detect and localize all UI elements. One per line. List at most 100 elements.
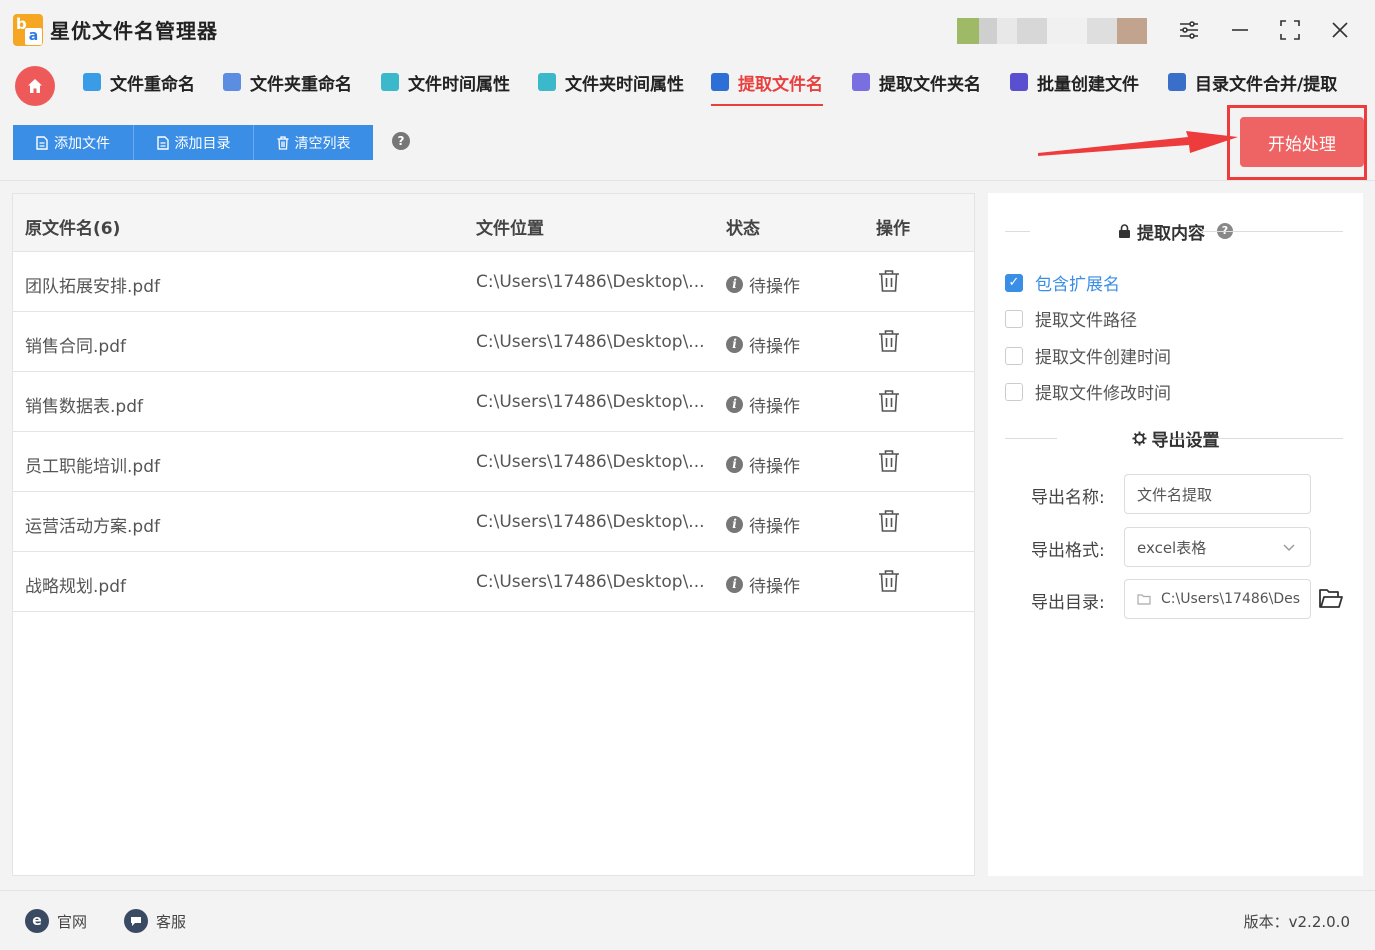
export-name-label: 导出名称: (1031, 488, 1105, 508)
help-icon[interactable]: ? (392, 132, 410, 150)
checkbox[interactable] (1005, 382, 1023, 401)
file-location: C:\Users\17486\Desktop\... (476, 452, 705, 472)
checkbox-checked[interactable]: ✓ (1005, 273, 1023, 292)
table-row[interactable]: 战略规划.pdf C:\Users\17486\Desktop\... i 待操作 (13, 552, 974, 612)
chevron-down-icon (1283, 544, 1295, 551)
folder-small-icon (1137, 594, 1151, 605)
checkbox[interactable] (1005, 346, 1023, 365)
tab-file-rename[interactable]: 文件重命名 (83, 70, 195, 106)
option-extract-modified-time[interactable]: 提取文件修改时间 (1005, 379, 1171, 404)
version-label: 版本：v2.2.0.0 (1243, 913, 1350, 931)
delete-icon[interactable] (878, 509, 900, 533)
delete-icon[interactable] (878, 449, 900, 473)
delete-icon[interactable] (878, 329, 900, 353)
option-include-extension[interactable]: ✓ 包含扩展名 (1005, 270, 1120, 295)
file-name: 员工职能培训.pdf (25, 457, 160, 477)
info-icon: i (726, 576, 743, 593)
rename-icon (83, 73, 101, 91)
header-filename[interactable]: 原文件名(6) (25, 214, 120, 239)
home-icon (28, 79, 42, 93)
minimize-icon[interactable] (1224, 14, 1256, 46)
file-table: 原文件名(6) 文件位置 状态 操作 团队拓展安排.pdf C:\Users\17… (12, 193, 975, 876)
tab-batch-create[interactable]: 批量创建文件 (1010, 70, 1139, 106)
export-settings-section: 导出设置 (988, 426, 1363, 451)
gear-icon (1131, 430, 1147, 446)
export-dir-input[interactable]: C:\Users\17486\Des (1124, 579, 1311, 619)
extract-folder-icon (852, 73, 870, 91)
file-name: 运营活动方案.pdf (25, 517, 160, 537)
option-extract-created-time[interactable]: 提取文件创建时间 (1005, 343, 1171, 368)
ie-icon: e (25, 909, 49, 933)
tab-dir-merge[interactable]: 目录文件合并/提取 (1168, 70, 1337, 106)
title-bar: b a 星优文件名管理器 (0, 0, 1375, 60)
extract-content-section: 提取内容 ? (988, 219, 1363, 244)
table-row[interactable]: 销售数据表.pdf C:\Users\17486\Desktop\... i 待操作 (13, 372, 974, 432)
app-title: 星优文件名管理器 (50, 19, 218, 43)
delete-icon[interactable] (878, 389, 900, 413)
merge-icon (1168, 73, 1186, 91)
trash-icon (277, 135, 288, 150)
header-action: 操作 (876, 219, 910, 239)
table-row[interactable]: 运营活动方案.pdf C:\Users\17486\Desktop\... i 待操作 (13, 492, 974, 552)
clear-list-button[interactable]: 清空列表 (254, 125, 373, 160)
folder-time-icon (538, 73, 556, 91)
export-name-input[interactable]: 文件名提取 (1124, 474, 1311, 514)
file-name: 销售数据表.pdf (25, 397, 143, 417)
file-icon (36, 135, 48, 150)
file-status: i 待操作 (726, 572, 800, 597)
file-name: 团队拓展安排.pdf (25, 277, 160, 297)
header-status[interactable]: 状态 (726, 214, 760, 239)
home-button[interactable] (15, 66, 55, 106)
tab-extract-folder[interactable]: 提取文件夹名 (852, 70, 981, 106)
file-status: i 待操作 (726, 272, 800, 297)
file-status: i 待操作 (726, 392, 800, 417)
file-location: C:\Users\17486\Desktop\... (476, 512, 705, 532)
tab-file-time[interactable]: 文件时间属性 (381, 70, 510, 106)
footer: e 官网 客服 版本：v2.2.0.0 (0, 890, 1375, 950)
file-name: 战略规划.pdf (25, 577, 126, 597)
file-time-icon (381, 73, 399, 91)
header-location[interactable]: 文件位置 (476, 214, 544, 239)
settings-icon[interactable] (1173, 14, 1205, 46)
delete-icon[interactable] (878, 269, 900, 293)
user-avatar[interactable] (957, 18, 1147, 44)
tab-folder-time[interactable]: 文件夹时间属性 (538, 70, 684, 106)
tab-extract-filename[interactable]: 提取文件名 (711, 70, 823, 106)
file-name: 销售合同.pdf (25, 337, 126, 357)
file-status: i 待操作 (726, 332, 800, 357)
start-processing-button[interactable]: 开始处理 (1240, 117, 1364, 167)
tab-folder-rename[interactable]: 文件夹重命名 (223, 70, 352, 106)
file-icon (156, 135, 169, 150)
extract-filename-icon (711, 73, 729, 91)
customer-service-link[interactable]: 客服 (124, 909, 186, 933)
option-extract-path[interactable]: 提取文件路径 (1005, 306, 1137, 331)
info-icon: i (726, 456, 743, 473)
table-row[interactable]: 团队拓展安排.pdf C:\Users\17486\Desktop\... i 待操作 (13, 252, 974, 312)
pointer-arrow-icon (1038, 131, 1238, 156)
add-file-button[interactable]: 添加文件 (13, 125, 134, 160)
add-directory-button[interactable]: 添加目录 (134, 125, 254, 160)
export-format-select[interactable]: excel表格 (1124, 527, 1311, 567)
batch-create-icon (1010, 73, 1028, 91)
chat-icon (124, 909, 148, 933)
close-icon[interactable] (1324, 14, 1356, 46)
table-row[interactable]: 员工职能培训.pdf C:\Users\17486\Desktop\... i 待操作 (13, 432, 974, 492)
open-folder-icon[interactable] (1318, 588, 1344, 610)
info-icon: i (726, 336, 743, 353)
export-format-label: 导出格式: (1031, 541, 1105, 561)
info-icon: i (726, 276, 743, 293)
lock-icon (1119, 224, 1130, 238)
table-row[interactable]: 销售合同.pdf C:\Users\17486\Desktop\... i 待操作 (13, 312, 974, 372)
tab-bar: 文件重命名 文件夹重命名 文件时间属性 文件夹时间属性 提取文件名 提取文件夹名… (0, 60, 1375, 106)
table-header: 原文件名(6) 文件位置 状态 操作 (13, 194, 974, 252)
checkbox[interactable] (1005, 309, 1023, 328)
app-logo-icon: b a (13, 14, 43, 46)
website-link[interactable]: e 官网 (25, 909, 87, 933)
file-location: C:\Users\17486\Desktop\... (476, 392, 705, 412)
folder-rename-icon (223, 73, 241, 91)
maximize-icon[interactable] (1274, 14, 1306, 46)
info-icon: i (726, 516, 743, 533)
delete-icon[interactable] (878, 569, 900, 593)
file-status: i 待操作 (726, 452, 800, 477)
export-dir-label: 导出目录: (1031, 593, 1105, 613)
